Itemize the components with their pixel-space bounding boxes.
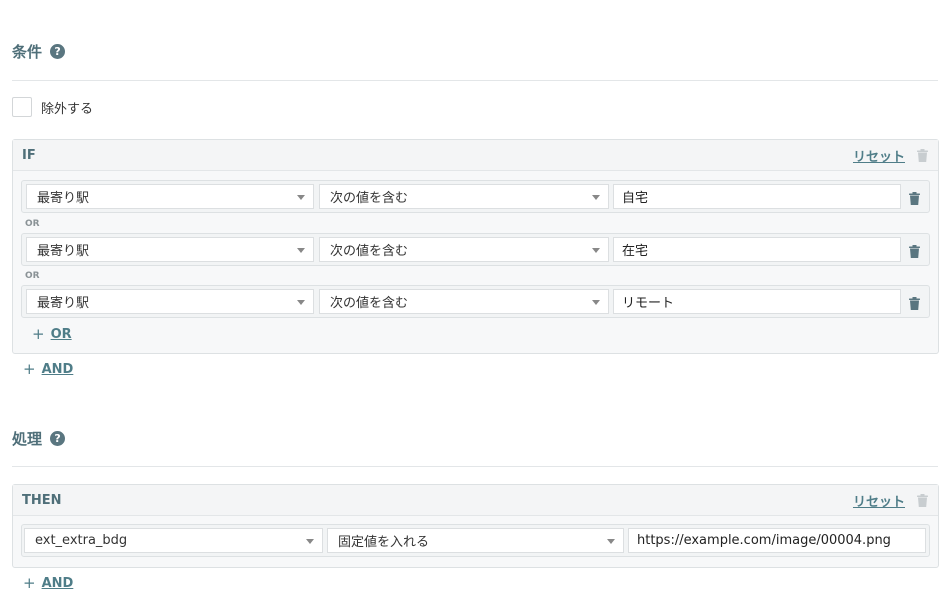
action-row: ext_extra_bdg 固定値を入れる xyxy=(21,524,930,557)
operator-select-value: 次の値を含む xyxy=(330,244,409,259)
operator-select-value: 固定値を入れる xyxy=(338,535,430,550)
value-input[interactable] xyxy=(613,237,901,262)
exclude-label: 除外する xyxy=(41,101,94,117)
field-select-value: 最寄り駅 xyxy=(37,244,90,259)
add-or-button[interactable]: + OR xyxy=(32,325,72,343)
field-select[interactable]: 最寄り駅 xyxy=(26,184,314,209)
chevron-down-icon xyxy=(592,248,600,253)
add-and-button[interactable]: + AND xyxy=(23,574,73,592)
trash-icon[interactable] xyxy=(917,493,928,507)
actions-title-text: 処理 xyxy=(12,430,43,448)
chevron-down-icon xyxy=(297,248,305,253)
condition-row: 最寄り駅 次の値を含む xyxy=(21,180,930,213)
chevron-down-icon xyxy=(297,195,305,200)
plus-icon: + xyxy=(23,574,36,592)
trash-icon[interactable] xyxy=(909,295,920,314)
or-label: OR xyxy=(25,219,40,229)
condition-row: 最寄り駅 次の値を含む xyxy=(21,285,930,318)
field-select[interactable]: ext_extra_bdg xyxy=(24,528,323,553)
operator-select[interactable]: 固定値を入れる xyxy=(327,528,624,553)
help-icon[interactable]: ? xyxy=(50,431,66,446)
then-label: THEN xyxy=(22,492,62,508)
if-panel-header: IF リセット xyxy=(13,140,938,171)
condition-row: 最寄り駅 次の値を含む xyxy=(21,233,930,266)
if-reset-button[interactable]: リセット xyxy=(853,146,905,165)
then-panel-header: THEN リセット xyxy=(13,485,938,516)
chevron-down-icon xyxy=(607,539,615,544)
plus-icon: + xyxy=(23,360,36,378)
chevron-down-icon xyxy=(306,539,314,544)
divider xyxy=(12,466,938,467)
add-and-button[interactable]: + AND xyxy=(23,360,73,378)
trash-icon[interactable] xyxy=(909,243,920,262)
trash-icon[interactable] xyxy=(917,148,928,162)
conditions-title-text: 条件 xyxy=(12,43,43,61)
then-reset-button[interactable]: リセット xyxy=(853,491,905,510)
field-select-value: 最寄り駅 xyxy=(37,296,90,311)
operator-select-value: 次の値を含む xyxy=(330,296,409,311)
trash-icon[interactable] xyxy=(909,190,920,209)
conditions-title: 条件 ? xyxy=(12,41,66,62)
or-label: OR xyxy=(25,271,40,281)
field-select-value: 最寄り駅 xyxy=(37,191,90,206)
value-input[interactable] xyxy=(613,184,901,209)
field-select-value: ext_extra_bdg xyxy=(35,533,128,548)
operator-select[interactable]: 次の値を含む xyxy=(319,289,609,314)
field-select[interactable]: 最寄り駅 xyxy=(26,237,314,262)
add-or-label: OR xyxy=(50,326,72,342)
chevron-down-icon xyxy=(592,300,600,305)
add-and-label: AND xyxy=(41,361,74,377)
help-icon[interactable]: ? xyxy=(50,44,66,59)
field-select[interactable]: 最寄り駅 xyxy=(26,289,314,314)
exclude-checkbox[interactable] xyxy=(12,97,32,117)
value-input[interactable] xyxy=(613,289,901,314)
chevron-down-icon xyxy=(592,195,600,200)
if-label: IF xyxy=(22,147,36,163)
chevron-down-icon xyxy=(297,300,305,305)
add-and-label: AND xyxy=(41,575,74,591)
operator-select[interactable]: 次の値を含む xyxy=(319,184,609,209)
plus-icon: + xyxy=(32,325,45,343)
divider xyxy=(12,80,938,81)
operator-select-value: 次の値を含む xyxy=(330,191,409,206)
actions-title: 処理 ? xyxy=(12,428,66,449)
operator-select[interactable]: 次の値を含む xyxy=(319,237,609,262)
exclude-option: 除外する xyxy=(12,97,93,117)
value-input[interactable] xyxy=(628,528,926,553)
